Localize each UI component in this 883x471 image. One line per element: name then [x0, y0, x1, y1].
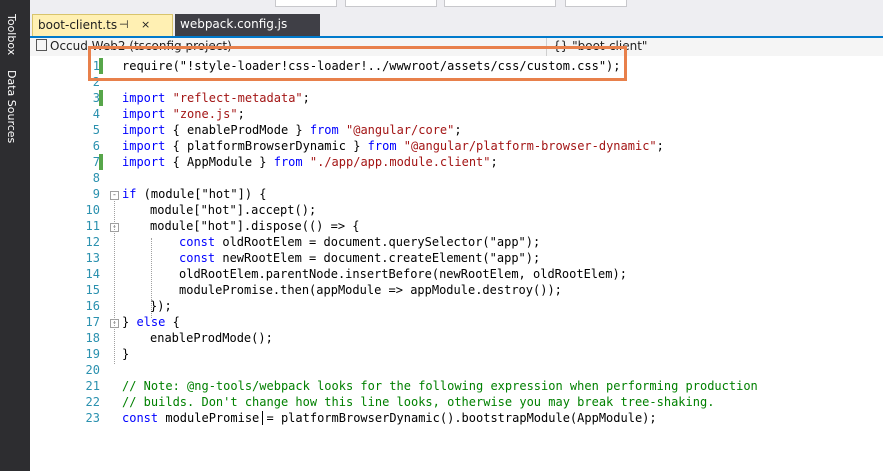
line-number: 17	[85, 315, 100, 329]
line-number: 4	[92, 107, 100, 121]
toolbar-dropdown[interactable]	[565, 0, 627, 7]
data-sources-tab[interactable]: Data Sources	[5, 70, 18, 143]
code-line: 7 import { AppModule } from "./app/app.m…	[30, 154, 883, 170]
line-number: 14	[85, 267, 100, 281]
annotation-highlight-box	[88, 46, 627, 81]
code-text: }	[122, 347, 130, 361]
typescript-file-icon	[36, 39, 47, 51]
code-line: 11 module["hot"].dispose(() => {	[30, 218, 883, 234]
code-line: 18 enableProdMode();	[30, 330, 883, 346]
code-line: 22 // builds. Don't change how this line…	[30, 394, 883, 410]
code-line: 19 }	[30, 346, 883, 362]
code-line: 4 import "zone.js";	[30, 106, 883, 122]
code-line: 21 // Note: @ng-tools/webpack looks for …	[30, 378, 883, 394]
code-text: import { enableProdMode } from "@angular…	[122, 123, 462, 137]
code-line: 23 const modulePromise = platformBrowser…	[30, 410, 883, 426]
code-text: module["hot"].accept();	[150, 203, 317, 217]
tab-label: boot-client.ts	[38, 18, 118, 32]
code-text: });	[150, 299, 172, 313]
top-toolbar-strip	[0, 0, 883, 14]
code-text: modulePromise.then(appModule => appModul…	[179, 283, 562, 297]
line-number: 16	[85, 299, 100, 313]
code-line: 3 import "reflect-metadata";	[30, 90, 883, 106]
code-text: enableProdMode();	[150, 331, 273, 345]
toolbox-tab[interactable]: Toolbox	[5, 14, 18, 55]
code-text: import { platformBrowserDynamic } from "…	[122, 139, 664, 153]
code-line: 8	[30, 170, 883, 186]
tab-label: webpack.config.js	[180, 17, 288, 31]
code-line: 20	[30, 362, 883, 378]
line-number: 10	[85, 203, 100, 217]
line-number: 23	[85, 411, 100, 425]
code-text: import "reflect-metadata";	[122, 91, 310, 105]
line-number: 21	[85, 379, 100, 393]
toolbar-dropdown[interactable]	[444, 0, 556, 7]
code-editor[interactable]: - - - 1 require("!style-loader!css-loade…	[30, 56, 883, 471]
code-text: const oldRootElem = document.querySelect…	[179, 235, 541, 249]
code-line: 17 } else {	[30, 314, 883, 330]
line-number: 5	[92, 123, 100, 137]
code-text: oldRootElem.parentNode.insertBefore(newR…	[179, 267, 627, 281]
line-number: 8	[92, 171, 100, 185]
line-number: 13	[85, 251, 100, 265]
pin-icon[interactable]: ⊣	[119, 15, 129, 35]
code-line: 9 if (module["hot"]) {	[30, 186, 883, 202]
tab-webpack-config[interactable]: webpack.config.js	[175, 14, 320, 36]
line-number: 20	[85, 363, 100, 377]
code-line: 16 });	[30, 298, 883, 314]
code-text: import { AppModule } from "./app/app.mod…	[122, 155, 498, 169]
code-text: const newRootElem = document.createEleme…	[179, 251, 541, 265]
line-number: 15	[85, 283, 100, 297]
code-text: } else {	[122, 315, 180, 329]
text-cursor	[262, 411, 263, 425]
code-line: 12 const oldRootElem = document.querySel…	[30, 234, 883, 250]
line-number: 19	[85, 347, 100, 361]
line-number: 6	[92, 139, 100, 153]
line-number: 12	[85, 235, 100, 249]
close-icon[interactable]: ×	[141, 15, 150, 35]
line-number: 3	[92, 91, 100, 105]
code-text: if (module["hot"]) {	[122, 187, 267, 201]
code-text: import "zone.js";	[122, 107, 245, 121]
code-text: module["hot"].dispose(() => {	[150, 219, 360, 233]
line-number: 7	[92, 155, 100, 169]
toolbar-dropdown[interactable]	[275, 0, 337, 7]
code-line: 13 const newRootElem = document.createEl…	[30, 250, 883, 266]
code-line: 10 module["hot"].accept();	[30, 202, 883, 218]
code-text: const modulePromise = platformBrowserDyn…	[122, 411, 657, 425]
code-comment: // builds. Don't change how this line lo…	[122, 395, 715, 409]
line-number: 18	[85, 331, 100, 345]
side-tool-panel: Toolbox Data Sources	[0, 0, 30, 471]
toolbar-dropdown[interactable]	[345, 0, 437, 7]
line-number: 9	[92, 187, 100, 201]
tab-boot-client[interactable]: boot-client.ts ⊣ ×	[32, 14, 173, 36]
code-comment: // Note: @ng-tools/webpack looks for the…	[122, 379, 758, 393]
document-tab-strip: boot-client.ts ⊣ × webpack.config.js	[30, 14, 883, 38]
code-line: 6 import { platformBrowserDynamic } from…	[30, 138, 883, 154]
code-line: 15 modulePromise.then(appModule => appMo…	[30, 282, 883, 298]
line-number: 11	[85, 219, 100, 233]
code-line: 14 oldRootElem.parentNode.insertBefore(n…	[30, 266, 883, 282]
code-line: 5 import { enableProdMode } from "@angul…	[30, 122, 883, 138]
line-number: 22	[85, 395, 100, 409]
